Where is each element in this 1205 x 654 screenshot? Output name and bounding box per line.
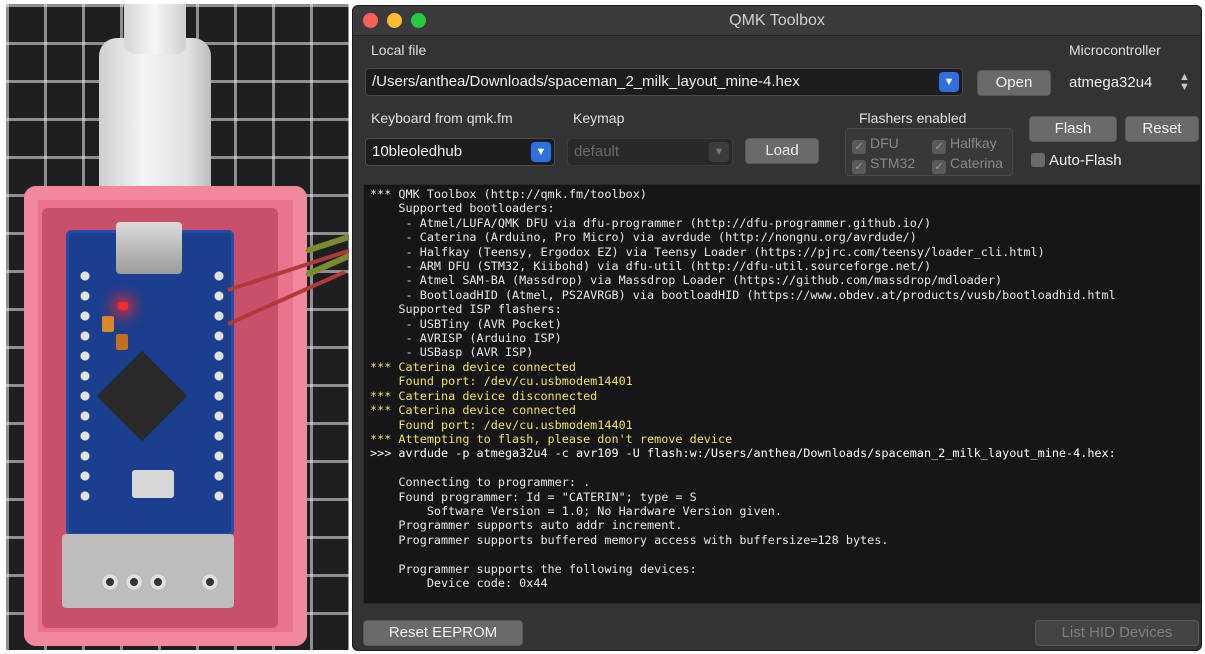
crystal-oscillator	[132, 470, 174, 498]
keymap-label: Keymap	[573, 110, 625, 126]
console-line: Programmer supports auto addr increment.	[370, 518, 683, 533]
capacitor	[102, 316, 114, 332]
console-line: Found programmer: Id = "CATERIN"; type =…	[370, 489, 697, 504]
capacitor	[116, 334, 128, 350]
usb-cable-plug	[124, 4, 186, 54]
console-line: >>> avrdude -p atmega32u4 -c avr109 -U f…	[370, 446, 1116, 461]
pin-header-right	[212, 266, 226, 506]
console-line: Programmer supports the following device…	[370, 561, 697, 576]
console-line: Programmer supports buffered memory acce…	[370, 532, 889, 547]
flasher-dfu-checkbox: ✓ DFU	[852, 135, 899, 154]
console-line: Supported ISP flashers:	[370, 302, 562, 317]
console-line: - Caterina (Arduino, Pro Micro) via avrd…	[370, 230, 917, 245]
red-led	[118, 302, 128, 310]
console-line: - BootloadHID (Atmel, PS2AVRGB) via boot…	[370, 287, 1116, 302]
console-line: - Atmel/LUFA/QMK DFU via dfu-programmer …	[370, 215, 932, 230]
console-line: Found port: /dev/cu.usbmodem14401	[370, 417, 633, 432]
console-line: *** Caterina device disconnected	[370, 388, 598, 403]
up-down-arrows-icon[interactable]: ▲ ▼	[1179, 72, 1190, 93]
local-file-label: Local file	[371, 42, 427, 58]
microcontroller-select[interactable]: atmega32u4	[1069, 74, 1152, 91]
solder-pad	[202, 574, 218, 590]
usb-cable	[99, 38, 211, 208]
checkbox-icon	[1031, 153, 1045, 167]
solder-pad	[102, 574, 118, 590]
flash-button[interactable]: Flash	[1029, 116, 1117, 142]
keyboard-label: Keyboard from qmk.fm	[371, 110, 513, 126]
console-line: *** QMK Toolbox (http://qmk.fm/toolbox)	[370, 187, 647, 201]
console-line: - Halfkay (Teensy, Ergodox EZ) via Teens…	[370, 244, 1045, 259]
chevron-down-icon: ▼	[709, 142, 729, 162]
console-output[interactable]: *** QMK Toolbox (http://qmk.fm/toolbox) …	[363, 184, 1201, 604]
checkmark-icon: ✓	[852, 140, 866, 154]
load-button[interactable]: Load	[745, 138, 819, 164]
qmk-toolbox-window: QMK Toolbox Local file Microcontroller /…	[352, 5, 1202, 651]
console-line: *** Attempting to flash, please don't re…	[370, 431, 733, 446]
keymap-value: default	[574, 143, 620, 160]
reset-eeprom-button[interactable]: Reset EEPROM	[363, 620, 523, 646]
flashers-enabled-label: Flashers enabled	[859, 110, 967, 126]
local-file-value: /Users/anthea/Downloads/spaceman_2_milk_…	[372, 73, 800, 90]
flashers-group: ✓ DFU ✓ Halfkay ✓ STM32 ✓ Caterina	[845, 128, 1013, 176]
console-line: - USBasp (AVR ISP)	[370, 345, 534, 360]
checkmark-icon: ✓	[932, 160, 946, 174]
console-line: *** Caterina device connected	[370, 359, 576, 374]
console-line: - AVRISP (Arduino ISP)	[370, 331, 562, 346]
chevron-down-icon[interactable]: ▼	[939, 72, 959, 92]
console-line: Supported bootloaders:	[370, 201, 555, 216]
console-line: *** Caterina device connected	[370, 403, 576, 418]
list-hid-devices-button[interactable]: List HID Devices	[1035, 620, 1199, 646]
flasher-halfkay-checkbox: ✓ Halfkay	[932, 135, 997, 154]
console-line: - ARM DFU (STM32, Kiibohd) via dfu-util …	[370, 259, 932, 274]
console-line: Found port: /dev/cu.usbmodem14401	[370, 374, 633, 389]
checkmark-icon: ✓	[932, 140, 946, 154]
console-line: - USBTiny (AVR Pocket)	[370, 316, 562, 331]
flasher-stm32-checkbox: ✓ STM32	[852, 155, 915, 174]
micro-usb-port	[116, 222, 182, 274]
console-line: - Atmel SAM-BA (Massdrop) via Massdrop L…	[370, 273, 1003, 288]
title-bar: QMK Toolbox	[353, 6, 1201, 36]
pin-header-left	[78, 266, 92, 506]
keyboard-value: 10bleoledhub	[372, 143, 463, 160]
open-button[interactable]: Open	[977, 70, 1051, 96]
device-photo	[6, 4, 349, 650]
flasher-caterina-checkbox: ✓ Caterina	[932, 155, 1003, 174]
console-line: Connecting to programmer: .	[370, 475, 591, 490]
keyboard-select[interactable]: 10bleoledhub ▼	[365, 138, 555, 166]
checkmark-icon: ✓	[852, 160, 866, 174]
local-file-select[interactable]: /Users/anthea/Downloads/spaceman_2_milk_…	[365, 68, 963, 96]
keymap-select[interactable]: default ▼	[567, 138, 733, 166]
console-line: Software Version = 1.0; No Hardware Vers…	[370, 503, 782, 518]
microcontroller-label: Microcontroller	[1069, 42, 1161, 58]
window-title: QMK Toolbox	[729, 12, 825, 29]
solder-pad	[126, 574, 142, 590]
oled-breakout-board	[62, 534, 234, 608]
auto-flash-checkbox[interactable]: Auto-Flash	[1031, 152, 1122, 169]
chevron-down-icon[interactable]: ▼	[531, 142, 551, 162]
solder-pad	[150, 574, 166, 590]
reset-button[interactable]: Reset	[1125, 116, 1199, 142]
console-line: Device code: 0x44	[370, 575, 548, 590]
